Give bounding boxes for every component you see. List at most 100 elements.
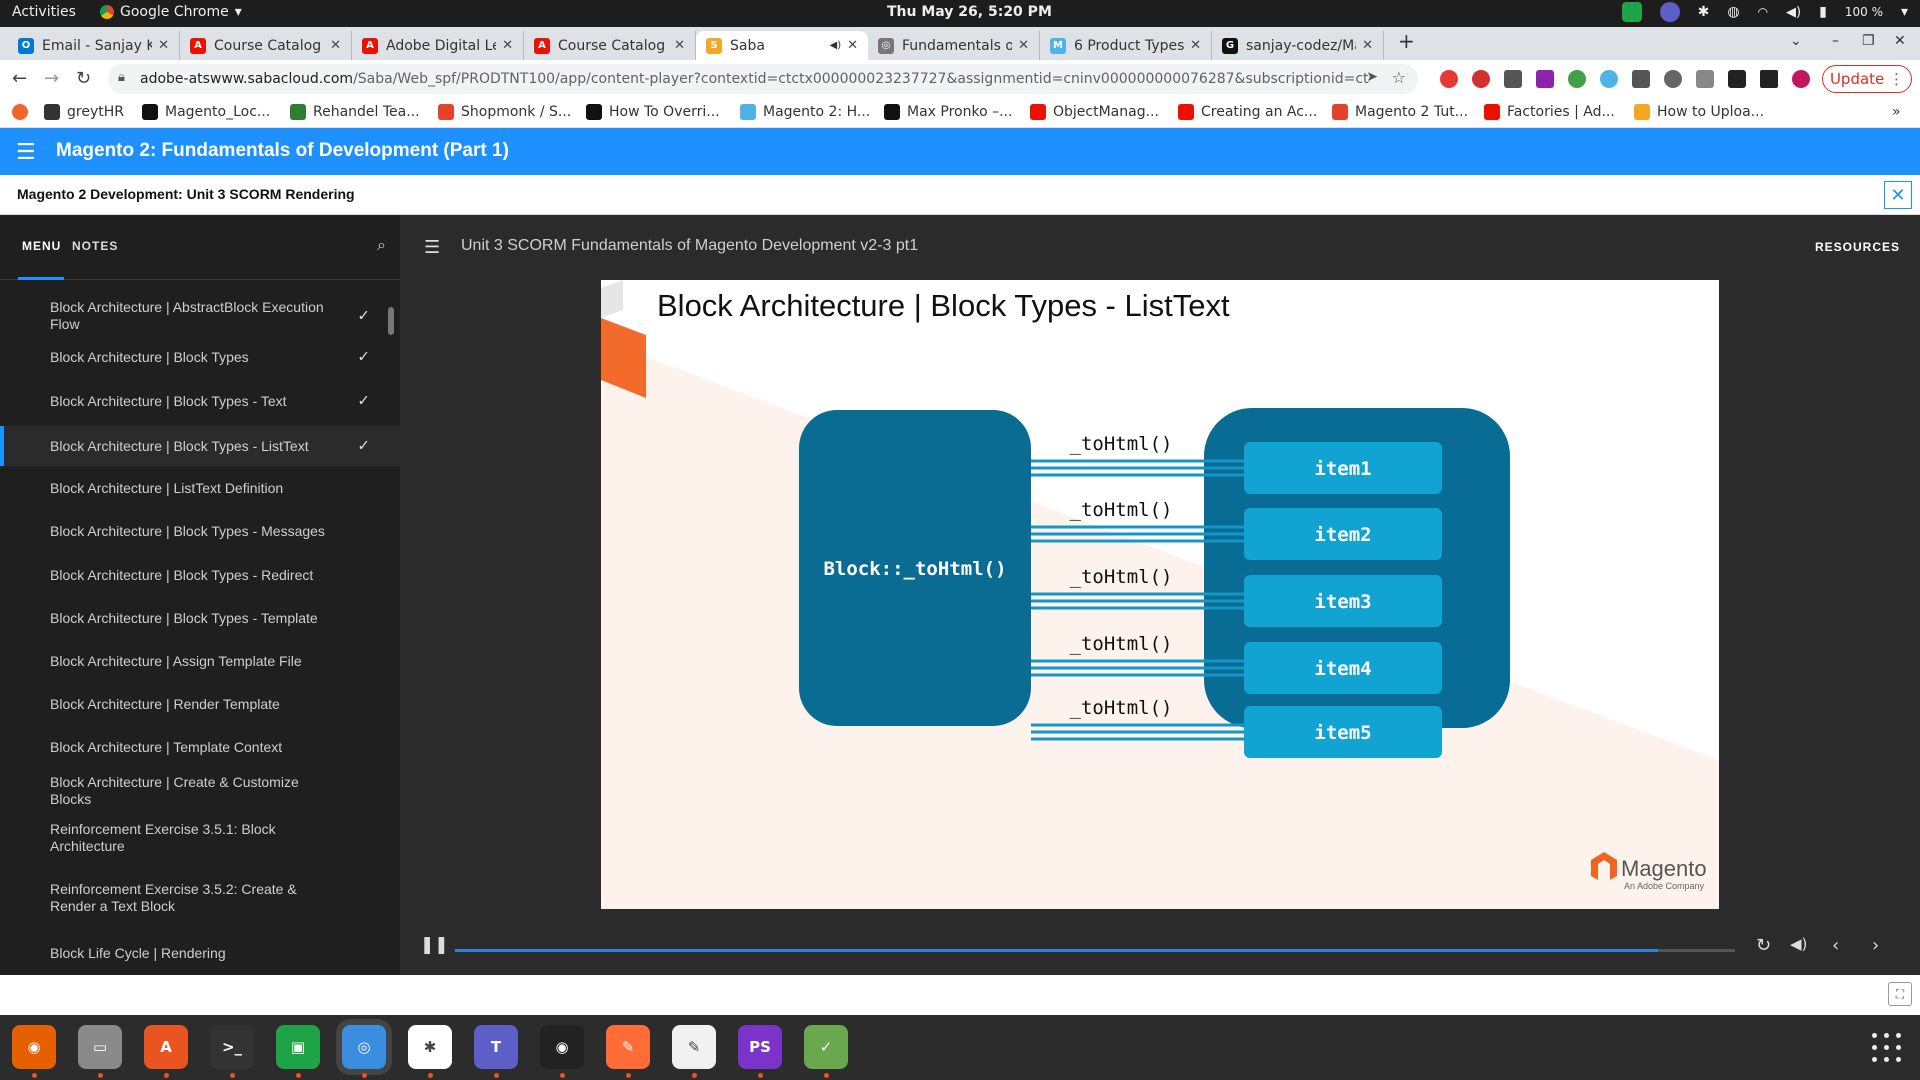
- bookmark-item[interactable]: How To Overri...: [586, 104, 720, 120]
- tab-close-icon[interactable]: ✕: [674, 38, 685, 53]
- bookmark-item[interactable]: Max Pronko –...: [884, 104, 1012, 120]
- tab-close-icon[interactable]: ✕: [158, 38, 169, 53]
- bookmark-star-icon[interactable]: ☆: [1392, 68, 1406, 87]
- camera-icon[interactable]: ◉: [540, 1025, 584, 1069]
- menu-item[interactable]: Block Architecture | Render Template: [0, 686, 400, 722]
- bookmark-item[interactable]: How to Uploa...: [1634, 104, 1764, 120]
- bookmark-item[interactable]: Magento 2 Tut...: [1332, 104, 1468, 120]
- scrollbar[interactable]: [388, 307, 394, 335]
- terminal-icon[interactable]: >_: [210, 1025, 254, 1069]
- forward-button[interactable]: →: [44, 68, 59, 89]
- browser-tab[interactable]: ◎ Fundamentals of Magento ✕: [868, 31, 1040, 60]
- extension-icon[interactable]: [1440, 70, 1458, 88]
- bookmark-item[interactable]: Rehandel Tea...: [290, 104, 420, 120]
- more-bookmarks-button[interactable]: »: [1892, 104, 1901, 120]
- magento-bookmark-icon[interactable]: [12, 104, 28, 120]
- menu-item[interactable]: Reinforcement Exercise 3.5.1: Block Arch…: [0, 815, 400, 861]
- adblock-icon[interactable]: [1472, 70, 1490, 88]
- window-close-button[interactable]: ✕: [1894, 33, 1906, 49]
- menu-item[interactable]: Reinforcement Exercise 3.5.2: Create & R…: [0, 875, 400, 921]
- image-viewer-icon[interactable]: ✓: [804, 1025, 848, 1069]
- browser-tab[interactable]: Gsanjay-codez/Magento ✕: [1212, 31, 1384, 60]
- search-icon[interactable]: ⌕: [377, 235, 386, 255]
- bookmark-item[interactable]: ObjectManag...: [1030, 104, 1159, 120]
- show-applications-button[interactable]: [1872, 1033, 1902, 1063]
- firefox-icon[interactable]: ◉: [12, 1025, 56, 1069]
- browser-tab[interactable]: M 6 Product Types in Magento ✕: [1040, 31, 1212, 60]
- menu-item[interactable]: Block Architecture | ListText Definition: [0, 470, 400, 506]
- close-button[interactable]: ✕: [1884, 181, 1912, 209]
- menu-item[interactable]: Block Life Cycle | Rendering: [0, 935, 400, 971]
- update-button[interactable]: Update ⋮: [1822, 65, 1912, 93]
- menu-item[interactable]: Block Architecture | Template Context: [0, 729, 400, 765]
- tab-menu[interactable]: MENU: [22, 239, 61, 253]
- lock-icon[interactable]: 🔒︎: [118, 70, 125, 85]
- chrome-icon[interactable]: ◎: [342, 1025, 386, 1069]
- tab-search-button[interactable]: ⌄: [1790, 33, 1802, 49]
- maximize-button[interactable]: ❐: [1862, 33, 1875, 49]
- address-bar[interactable]: 🔒︎ adobe-atswww.sabacloud.com/Saba/Web_s…: [108, 64, 1418, 94]
- grammarly-icon[interactable]: [1568, 70, 1586, 88]
- browser-tab[interactable]: A Adobe Digital Learning ✕: [352, 31, 524, 60]
- bookmark-item[interactable]: greytHR: [44, 104, 124, 120]
- extension-icon[interactable]: [1696, 70, 1714, 88]
- bookmark-item[interactable]: Magento_Loc...: [142, 104, 270, 120]
- menu-item[interactable]: Block Architecture | Block Types - Redir…: [0, 557, 400, 593]
- pause-button[interactable]: ❚❚: [420, 935, 449, 955]
- minimize-button[interactable]: –: [1832, 33, 1839, 49]
- browser-tab[interactable]: O Email - Sanjay Kumar ✕: [8, 31, 180, 60]
- bookmark-item[interactable]: Factories | Ad...: [1484, 104, 1615, 120]
- extension-icon[interactable]: [1536, 70, 1554, 88]
- menu-item[interactable]: Block Architecture | AbstractBlock Execu…: [0, 295, 400, 337]
- extension-icon[interactable]: [1600, 70, 1618, 88]
- menu-item[interactable]: Block Architecture | Block Types - Text ✓: [0, 383, 400, 419]
- replay-button[interactable]: ↻: [1756, 935, 1771, 956]
- puzzle-icon[interactable]: [1728, 70, 1746, 88]
- tab-close-icon[interactable]: ✕: [847, 38, 858, 53]
- slack-icon[interactable]: ✱: [408, 1025, 452, 1069]
- extension-icon[interactable]: [1504, 70, 1522, 88]
- tab-audio-icon[interactable]: ◀): [830, 40, 842, 51]
- clock[interactable]: Thu May 26, 5:20 PM: [887, 4, 1052, 20]
- files-icon[interactable]: ▭: [78, 1025, 122, 1069]
- browser-tab[interactable]: S Saba ◀) ✕: [696, 31, 868, 60]
- menu-item[interactable]: Block Architecture | Block Types - Messa…: [0, 513, 400, 549]
- phpstorm-icon[interactable]: PS: [738, 1025, 782, 1069]
- software-icon[interactable]: A: [144, 1025, 188, 1069]
- bookmark-item[interactable]: Shopmonk / S...: [438, 104, 571, 120]
- tab-close-icon[interactable]: ✕: [330, 38, 341, 53]
- tab-close-icon[interactable]: ✕: [1362, 38, 1373, 53]
- fullscreen-button[interactable]: ⛶: [1888, 982, 1912, 1006]
- hamburger-menu-icon[interactable]: ☰: [16, 140, 36, 165]
- reload-button[interactable]: ↻: [76, 68, 91, 89]
- extension-icon[interactable]: [1632, 70, 1650, 88]
- menu-item[interactable]: Block Architecture | Block Types ✓: [0, 339, 400, 375]
- progress-bar[interactable]: [455, 949, 1735, 952]
- activities-button[interactable]: Activities: [12, 4, 76, 20]
- previous-button[interactable]: ‹: [1832, 935, 1839, 956]
- bookmark-item[interactable]: Creating an Ac...: [1178, 104, 1317, 120]
- resources-button[interactable]: RESOURCES: [1815, 240, 1900, 254]
- menu-item[interactable]: Block Architecture | Create & Customize …: [0, 773, 400, 809]
- tab-notes[interactable]: NOTES: [72, 239, 118, 253]
- tab-close-icon[interactable]: ✕: [1018, 38, 1029, 53]
- bookmark-item[interactable]: Magento 2: H...: [740, 104, 870, 120]
- menu-item[interactable]: Block Architecture | Assign Template Fil…: [0, 643, 400, 679]
- browser-tab[interactable]: A Course Catalog | Adobe ✕: [524, 31, 696, 60]
- send-to-device-icon[interactable]: ➤: [1366, 69, 1378, 85]
- tab-close-icon[interactable]: ✕: [502, 38, 513, 53]
- browser-tab[interactable]: A Course Catalog | Adobe ✕: [180, 31, 352, 60]
- back-button[interactable]: ←: [12, 68, 27, 89]
- player-menu-icon[interactable]: ☰: [424, 237, 440, 258]
- volume-button[interactable]: ◀): [1790, 935, 1807, 953]
- chat-icon[interactable]: ▣: [276, 1025, 320, 1069]
- menu-item[interactable]: Block Architecture | Block Types - Templ…: [0, 600, 400, 636]
- new-tab-button[interactable]: +: [1398, 29, 1415, 53]
- menu-item[interactable]: Block Architecture | Block Types - ListT…: [0, 426, 400, 466]
- tab-close-icon[interactable]: ✕: [1190, 38, 1201, 53]
- text-editor-icon[interactable]: ✎: [672, 1025, 716, 1069]
- system-tray[interactable]: ✱ ◍ ◠ ◀) ▮ 100 % ▾: [1621, 2, 1908, 22]
- app-menu[interactable]: Google Chrome ▾: [100, 4, 242, 20]
- avatar[interactable]: [1792, 70, 1810, 88]
- gear-icon[interactable]: [1664, 70, 1682, 88]
